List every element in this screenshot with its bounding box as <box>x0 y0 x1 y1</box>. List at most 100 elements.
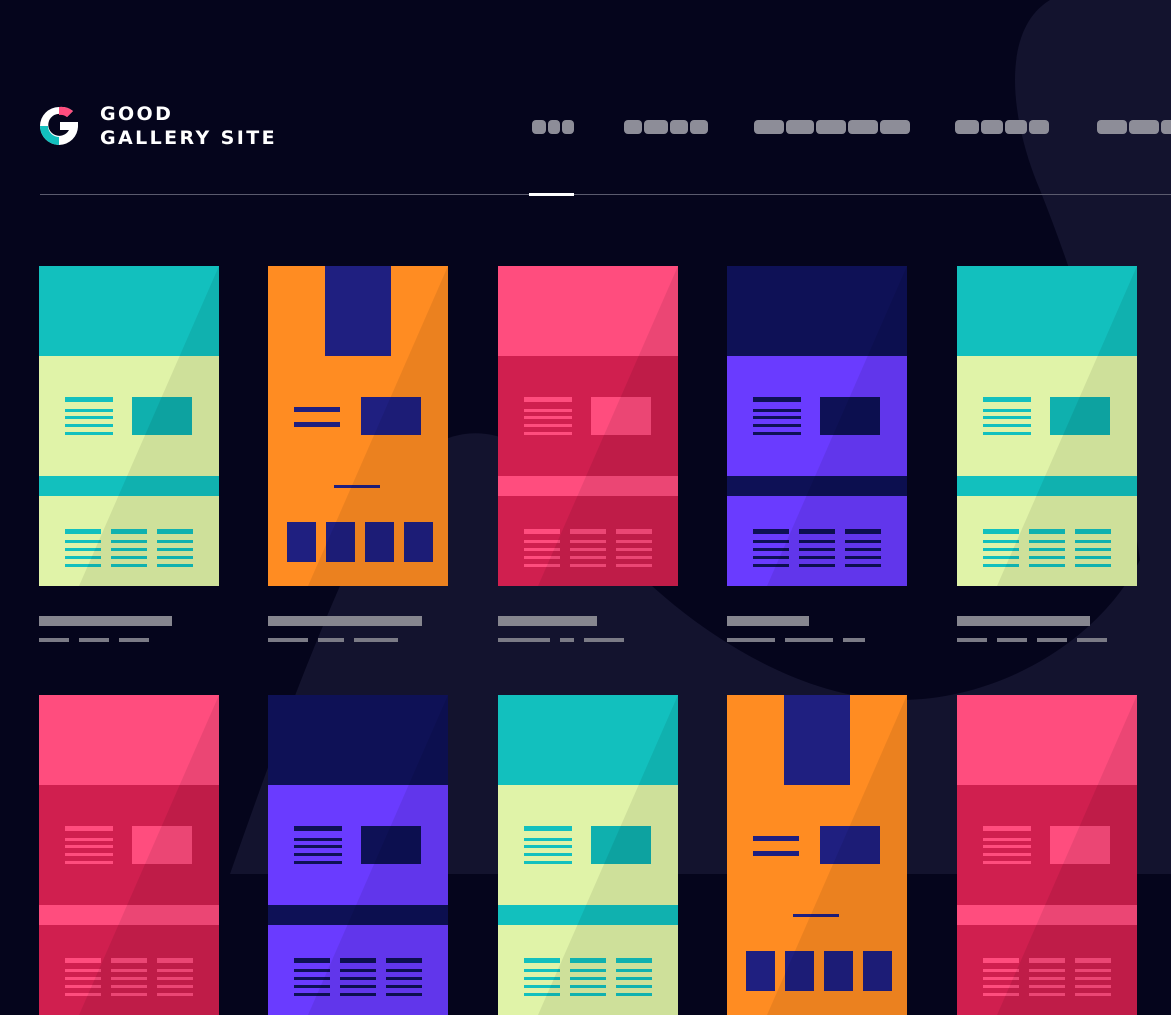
gallery-card[interactable] <box>268 266 448 586</box>
text-line <box>340 958 376 963</box>
text-line <box>983 564 1019 567</box>
text-line <box>111 958 147 963</box>
text-line <box>1075 985 1111 988</box>
text-line <box>616 993 652 996</box>
card-meta-placeholder <box>498 638 624 642</box>
text-line <box>983 424 1031 427</box>
nav-item-contact[interactable] <box>1097 114 1171 140</box>
text-line <box>845 529 881 534</box>
text-line <box>753 556 789 559</box>
card-meta-placeholder <box>39 638 172 642</box>
text-line <box>753 851 799 856</box>
text-line <box>1075 969 1111 972</box>
text-line <box>65 958 101 963</box>
text-line <box>524 540 560 543</box>
text-line <box>570 977 606 980</box>
text-line <box>524 826 572 831</box>
text-line <box>65 397 113 402</box>
image-block <box>361 826 421 864</box>
text-line <box>753 424 801 427</box>
text-line <box>294 407 340 412</box>
text-line <box>983 958 1019 963</box>
gallery-card[interactable] <box>39 695 219 1015</box>
meta-line <box>957 638 987 642</box>
meta-line <box>354 638 398 642</box>
text-line <box>524 432 572 435</box>
text-line <box>65 969 101 972</box>
text-line <box>111 540 147 543</box>
gallery-card[interactable] <box>957 266 1137 586</box>
meta-line <box>1037 638 1067 642</box>
text-line <box>845 556 881 559</box>
text-line <box>616 540 652 543</box>
card-strip-band <box>268 905 448 925</box>
text-line <box>570 556 606 559</box>
text-line <box>983 838 1031 841</box>
text-line <box>294 977 330 980</box>
text-line <box>845 540 881 543</box>
text-line <box>524 424 572 427</box>
text-line <box>983 432 1031 435</box>
nav-label-blurred <box>624 120 708 134</box>
image-block <box>404 522 433 562</box>
nav-item-collection[interactable] <box>754 114 910 140</box>
text-line <box>65 424 113 427</box>
text-line <box>616 977 652 980</box>
card-header-band <box>498 266 678 356</box>
text-line <box>111 985 147 988</box>
nav-item-filter[interactable] <box>624 114 708 140</box>
text-line <box>983 993 1019 996</box>
text-line <box>570 540 606 543</box>
meta-line <box>498 638 550 642</box>
gallery-card[interactable] <box>957 695 1137 1015</box>
text-line <box>1075 556 1111 559</box>
nav-item-all[interactable] <box>532 114 574 140</box>
text-line <box>65 845 113 848</box>
text-line <box>294 861 342 864</box>
text-line <box>65 540 101 543</box>
image-block <box>591 826 651 864</box>
nav-item-about[interactable] <box>955 114 1049 140</box>
meta-line <box>560 638 574 642</box>
text-line <box>524 853 572 856</box>
text-line <box>570 969 606 972</box>
text-line <box>1075 993 1111 996</box>
text-line <box>799 529 835 534</box>
text-line <box>340 993 376 996</box>
card-header-band <box>498 695 678 785</box>
text-line <box>157 556 193 559</box>
card-strip-band <box>957 476 1137 496</box>
gallery-card[interactable] <box>498 266 678 586</box>
text-line <box>294 853 342 856</box>
gallery-card[interactable] <box>498 695 678 1015</box>
text-line <box>386 985 422 988</box>
text-line <box>616 529 652 534</box>
text-line <box>845 564 881 567</box>
card-title-placeholder <box>39 616 172 626</box>
image-block <box>785 951 814 991</box>
gallery-card[interactable] <box>268 695 448 1015</box>
card-meta-placeholder <box>957 638 1107 642</box>
text-line <box>524 845 572 848</box>
text-line <box>983 845 1031 848</box>
nav-divider <box>40 194 1171 195</box>
card-caption <box>268 616 422 642</box>
card-header-band <box>39 695 219 785</box>
text-line <box>570 548 606 551</box>
meta-line <box>727 638 775 642</box>
meta-line <box>119 638 149 642</box>
text-line <box>386 993 422 996</box>
gallery-card[interactable] <box>39 266 219 586</box>
text-line <box>1029 556 1065 559</box>
text-line <box>294 958 330 963</box>
card-header-band <box>727 266 907 356</box>
gallery-card[interactable] <box>727 695 907 1015</box>
gallery-card[interactable] <box>727 266 907 586</box>
meta-line <box>785 638 833 642</box>
card-title-placeholder <box>498 616 597 626</box>
text-line <box>1029 969 1065 972</box>
text-line <box>157 958 193 963</box>
text-line <box>983 969 1019 972</box>
image-block <box>746 951 775 991</box>
card-title-placeholder <box>727 616 809 626</box>
